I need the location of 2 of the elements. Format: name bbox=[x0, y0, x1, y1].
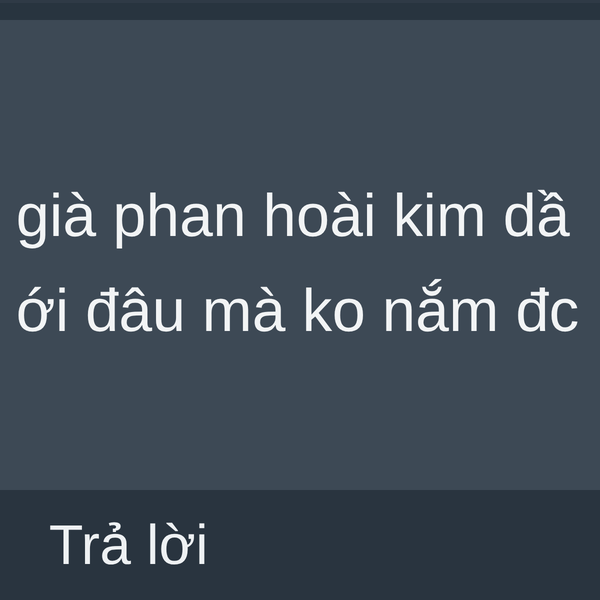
reply-button[interactable]: Trả lời bbox=[49, 511, 208, 579]
comment-text: già phan hoài kim dầ ới đâu mà ko nắm đc bbox=[16, 181, 579, 346]
